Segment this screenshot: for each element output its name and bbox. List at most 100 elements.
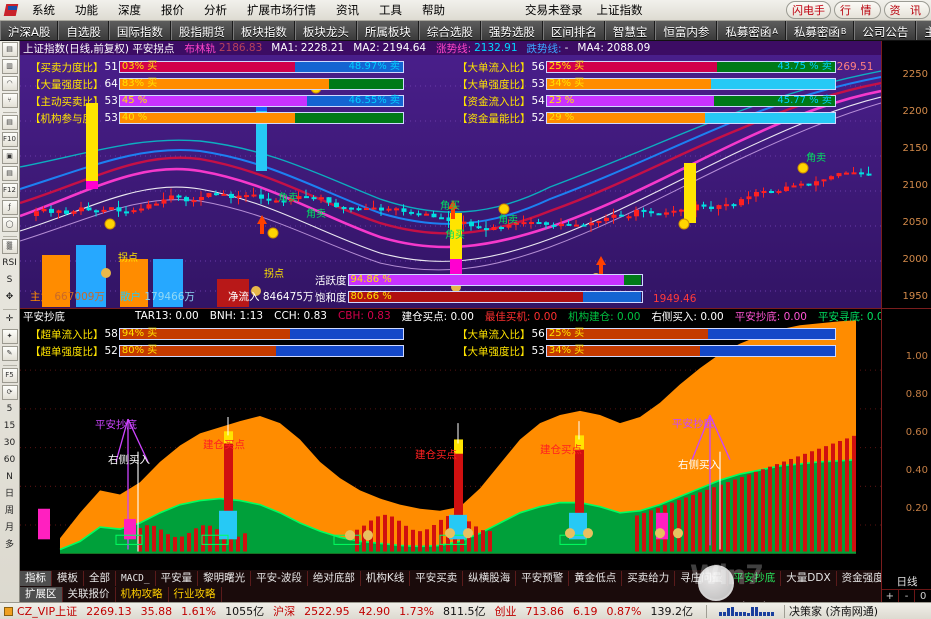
- upper-right-bar-sell-text-0: 43.75 % 卖: [777, 61, 832, 72]
- toolbar-tab-13[interactable]: 私募密函 B: [785, 21, 855, 40]
- bottom-tab-1[interactable]: 模板: [52, 570, 84, 586]
- toolbar-tab-0[interactable]: 沪深A股: [0, 21, 59, 40]
- bottom-tab-0[interactable]: 指标: [20, 570, 52, 586]
- grid-icon[interactable]: ▥: [1, 59, 18, 74]
- toolbar-tab-1[interactable]: 自选股: [58, 21, 109, 40]
- dots-icon[interactable]: ▒: [1, 239, 18, 254]
- bottom-tab-6[interactable]: 平安-波段: [251, 570, 308, 586]
- period-button-5[interactable]: 5: [2, 402, 18, 417]
- toolbar-tab-12[interactable]: 私募密函 A: [717, 21, 786, 40]
- move-icon[interactable]: ✥: [2, 290, 18, 305]
- bottom-tab-12[interactable]: 黄金低点: [569, 570, 623, 586]
- toolbar-tab-9[interactable]: 区间排名: [542, 21, 605, 40]
- upper-right-bar-sell-text-2: 45.77 % 卖: [777, 95, 832, 106]
- toolbar-tab-4[interactable]: 板块指数: [232, 21, 295, 40]
- book-icon[interactable]: ▤: [1, 166, 18, 181]
- upper-left-bar-num-2: 53: [104, 95, 118, 107]
- menu-item-1[interactable]: 功能: [65, 1, 108, 19]
- bottom-tab-2[interactable]: 全部: [84, 570, 116, 586]
- price-chart-panel[interactable]: 角卖 角卖 角买 角卖 拐点 拐点 拐点 角买 角卖 2269.51 1949.…: [20, 41, 881, 308]
- lower-right-bar-sell-segment-0: [708, 329, 835, 339]
- quick-trade-button[interactable]: 闪电手: [786, 1, 831, 19]
- f12-icon[interactable]: F12: [1, 183, 18, 198]
- news-button[interactable]: 资 讯: [883, 1, 930, 19]
- bottom-tab-11[interactable]: 平安预警: [516, 570, 570, 586]
- period-button-30[interactable]: 30: [2, 436, 18, 451]
- cross-icon[interactable]: ✛: [2, 312, 18, 327]
- bars-icon[interactable]: ⑂: [1, 93, 18, 108]
- menu-item-3[interactable]: 报价: [151, 1, 194, 19]
- rsi-icon[interactable]: RSI: [2, 256, 18, 271]
- f5-icon[interactable]: F5: [1, 368, 18, 383]
- bottom-tab-5[interactable]: 黎明曙光: [198, 570, 252, 586]
- lower-right-bar-num-0: 56: [531, 328, 545, 340]
- zoom-reset-button[interactable]: 0: [915, 590, 931, 602]
- refresh-icon[interactable]: ⟳: [1, 385, 18, 400]
- bottom-tab-9[interactable]: 平安买卖: [410, 570, 464, 586]
- upper-left-bar-num-1: 64: [104, 78, 118, 90]
- toolbar-tab-6[interactable]: 所属板块: [356, 21, 419, 40]
- period-button-周[interactable]: 周: [2, 504, 18, 519]
- page-icon[interactable]: ▣: [1, 149, 18, 164]
- quote-button[interactable]: 行 情: [834, 1, 881, 19]
- bottom-tab-10[interactable]: 纵横股海: [463, 570, 517, 586]
- gauge-track-1: 80.66 %: [347, 291, 643, 303]
- upper-right-bar-sell-segment-3: [705, 113, 835, 123]
- bottom-tab-8[interactable]: 机构K线: [361, 570, 411, 586]
- report-icon[interactable]: ▤: [1, 42, 18, 57]
- zoom-in-button[interactable]: +: [882, 590, 899, 602]
- table-icon[interactable]: ▤: [1, 115, 18, 130]
- indicator-name: 平安抄底: [23, 310, 65, 323]
- upper-left-bar-row-2: 【主动买卖比】 53 45 % 46.55% 卖: [30, 94, 404, 108]
- menu-item-6[interactable]: 资讯: [326, 1, 369, 19]
- toolbar-tab-15[interactable]: 主力监控: [916, 21, 931, 40]
- bottom-tab-7[interactable]: 绝对底部: [308, 570, 361, 586]
- period-button-15[interactable]: 15: [2, 419, 18, 434]
- indicator-ma2-value: 2194.64: [382, 42, 427, 54]
- bottom-tab2-1[interactable]: 关联报价: [63, 586, 116, 602]
- bottom-tab-3[interactable]: MACD_: [116, 570, 156, 586]
- toolbar-tab-14[interactable]: 公司公告: [854, 21, 917, 40]
- menu-item-8[interactable]: 帮助: [412, 1, 455, 19]
- toolbar-tab-5[interactable]: 板块龙头: [294, 21, 357, 40]
- upper-right-bar-row-0: 【大单流入比】 56 25% 买 43.75 % 卖: [457, 60, 836, 74]
- period-button-N[interactable]: N: [2, 470, 18, 485]
- period-button-日[interactable]: 日: [2, 487, 18, 502]
- bottom-tab-row-1: 指标 模板 全部 MACD_ 平安量 黎明曙光 平安-波段 绝对底部 机构K线 平安买卖 纵横股海平…: [20, 570, 881, 586]
- bottom-tab2-2[interactable]: 机构攻略: [116, 586, 169, 602]
- toolbar-tab-10[interactable]: 智慧宝: [604, 21, 656, 40]
- menu-item-7[interactable]: 工具: [369, 1, 412, 19]
- formula-icon[interactable]: ƒ: [1, 200, 18, 215]
- bottom-tab-14[interactable]: 寻庄问量: [675, 570, 729, 586]
- toolbar-tab-2[interactable]: 国际指数: [108, 21, 171, 40]
- toolbar-tab-8[interactable]: 强势选股: [480, 21, 543, 40]
- pencil-icon[interactable]: ✎: [1, 346, 18, 361]
- bottom-tab-16[interactable]: 大量DDX: [781, 570, 837, 586]
- period-button-60[interactable]: 60: [2, 453, 18, 468]
- bottom-tab-17[interactable]: 资金强度: [837, 571, 881, 586]
- menu-item-0[interactable]: 系统: [22, 1, 65, 19]
- toolbar-tab-11[interactable]: 恒富内参: [655, 21, 718, 40]
- search-icon[interactable]: ◯: [1, 217, 18, 232]
- indicator-chart-panel[interactable]: 平安抄底 TAR13: 0.00 BNH: 1:13 CCH: 0.83 CBH: 0.…: [20, 308, 881, 570]
- bottom-tab2-0[interactable]: 扩展区: [20, 586, 63, 602]
- bottom-tab-15[interactable]: 平安抄底: [728, 570, 782, 586]
- period-button-月[interactable]: 月: [2, 521, 18, 536]
- price-tick-3: 2100: [902, 180, 928, 191]
- menu-item-5[interactable]: 扩展市场行情: [237, 1, 326, 19]
- toolbar-tab-7[interactable]: 综合选股: [418, 21, 481, 40]
- star-icon[interactable]: ✦: [1, 329, 18, 344]
- f10-icon[interactable]: F10: [1, 132, 18, 147]
- menu-item-4[interactable]: 分析: [194, 1, 237, 19]
- toolbar-tab-3[interactable]: 股指期货: [170, 21, 233, 40]
- lower-left-bar-sell-segment-1: [275, 346, 403, 356]
- bottom-tab-4[interactable]: 平安量: [156, 570, 199, 586]
- zoom-out-button[interactable]: -: [899, 590, 916, 602]
- bottom-tab-13[interactable]: 买卖给力: [622, 570, 676, 586]
- bottom-tab2-3[interactable]: 行业攻略: [169, 586, 222, 602]
- trend-icon[interactable]: ◠: [1, 76, 18, 91]
- bottom-tab-bar: 指标 模板 全部 MACD_ 平安量 黎明曙光 平安-波段 绝对底部 机构K线 平安买卖 纵横股海平…: [20, 570, 881, 602]
- dollar-icon[interactable]: S: [2, 273, 18, 288]
- menu-item-2[interactable]: 深度: [108, 1, 151, 19]
- period-button-多[interactable]: 多: [2, 538, 18, 553]
